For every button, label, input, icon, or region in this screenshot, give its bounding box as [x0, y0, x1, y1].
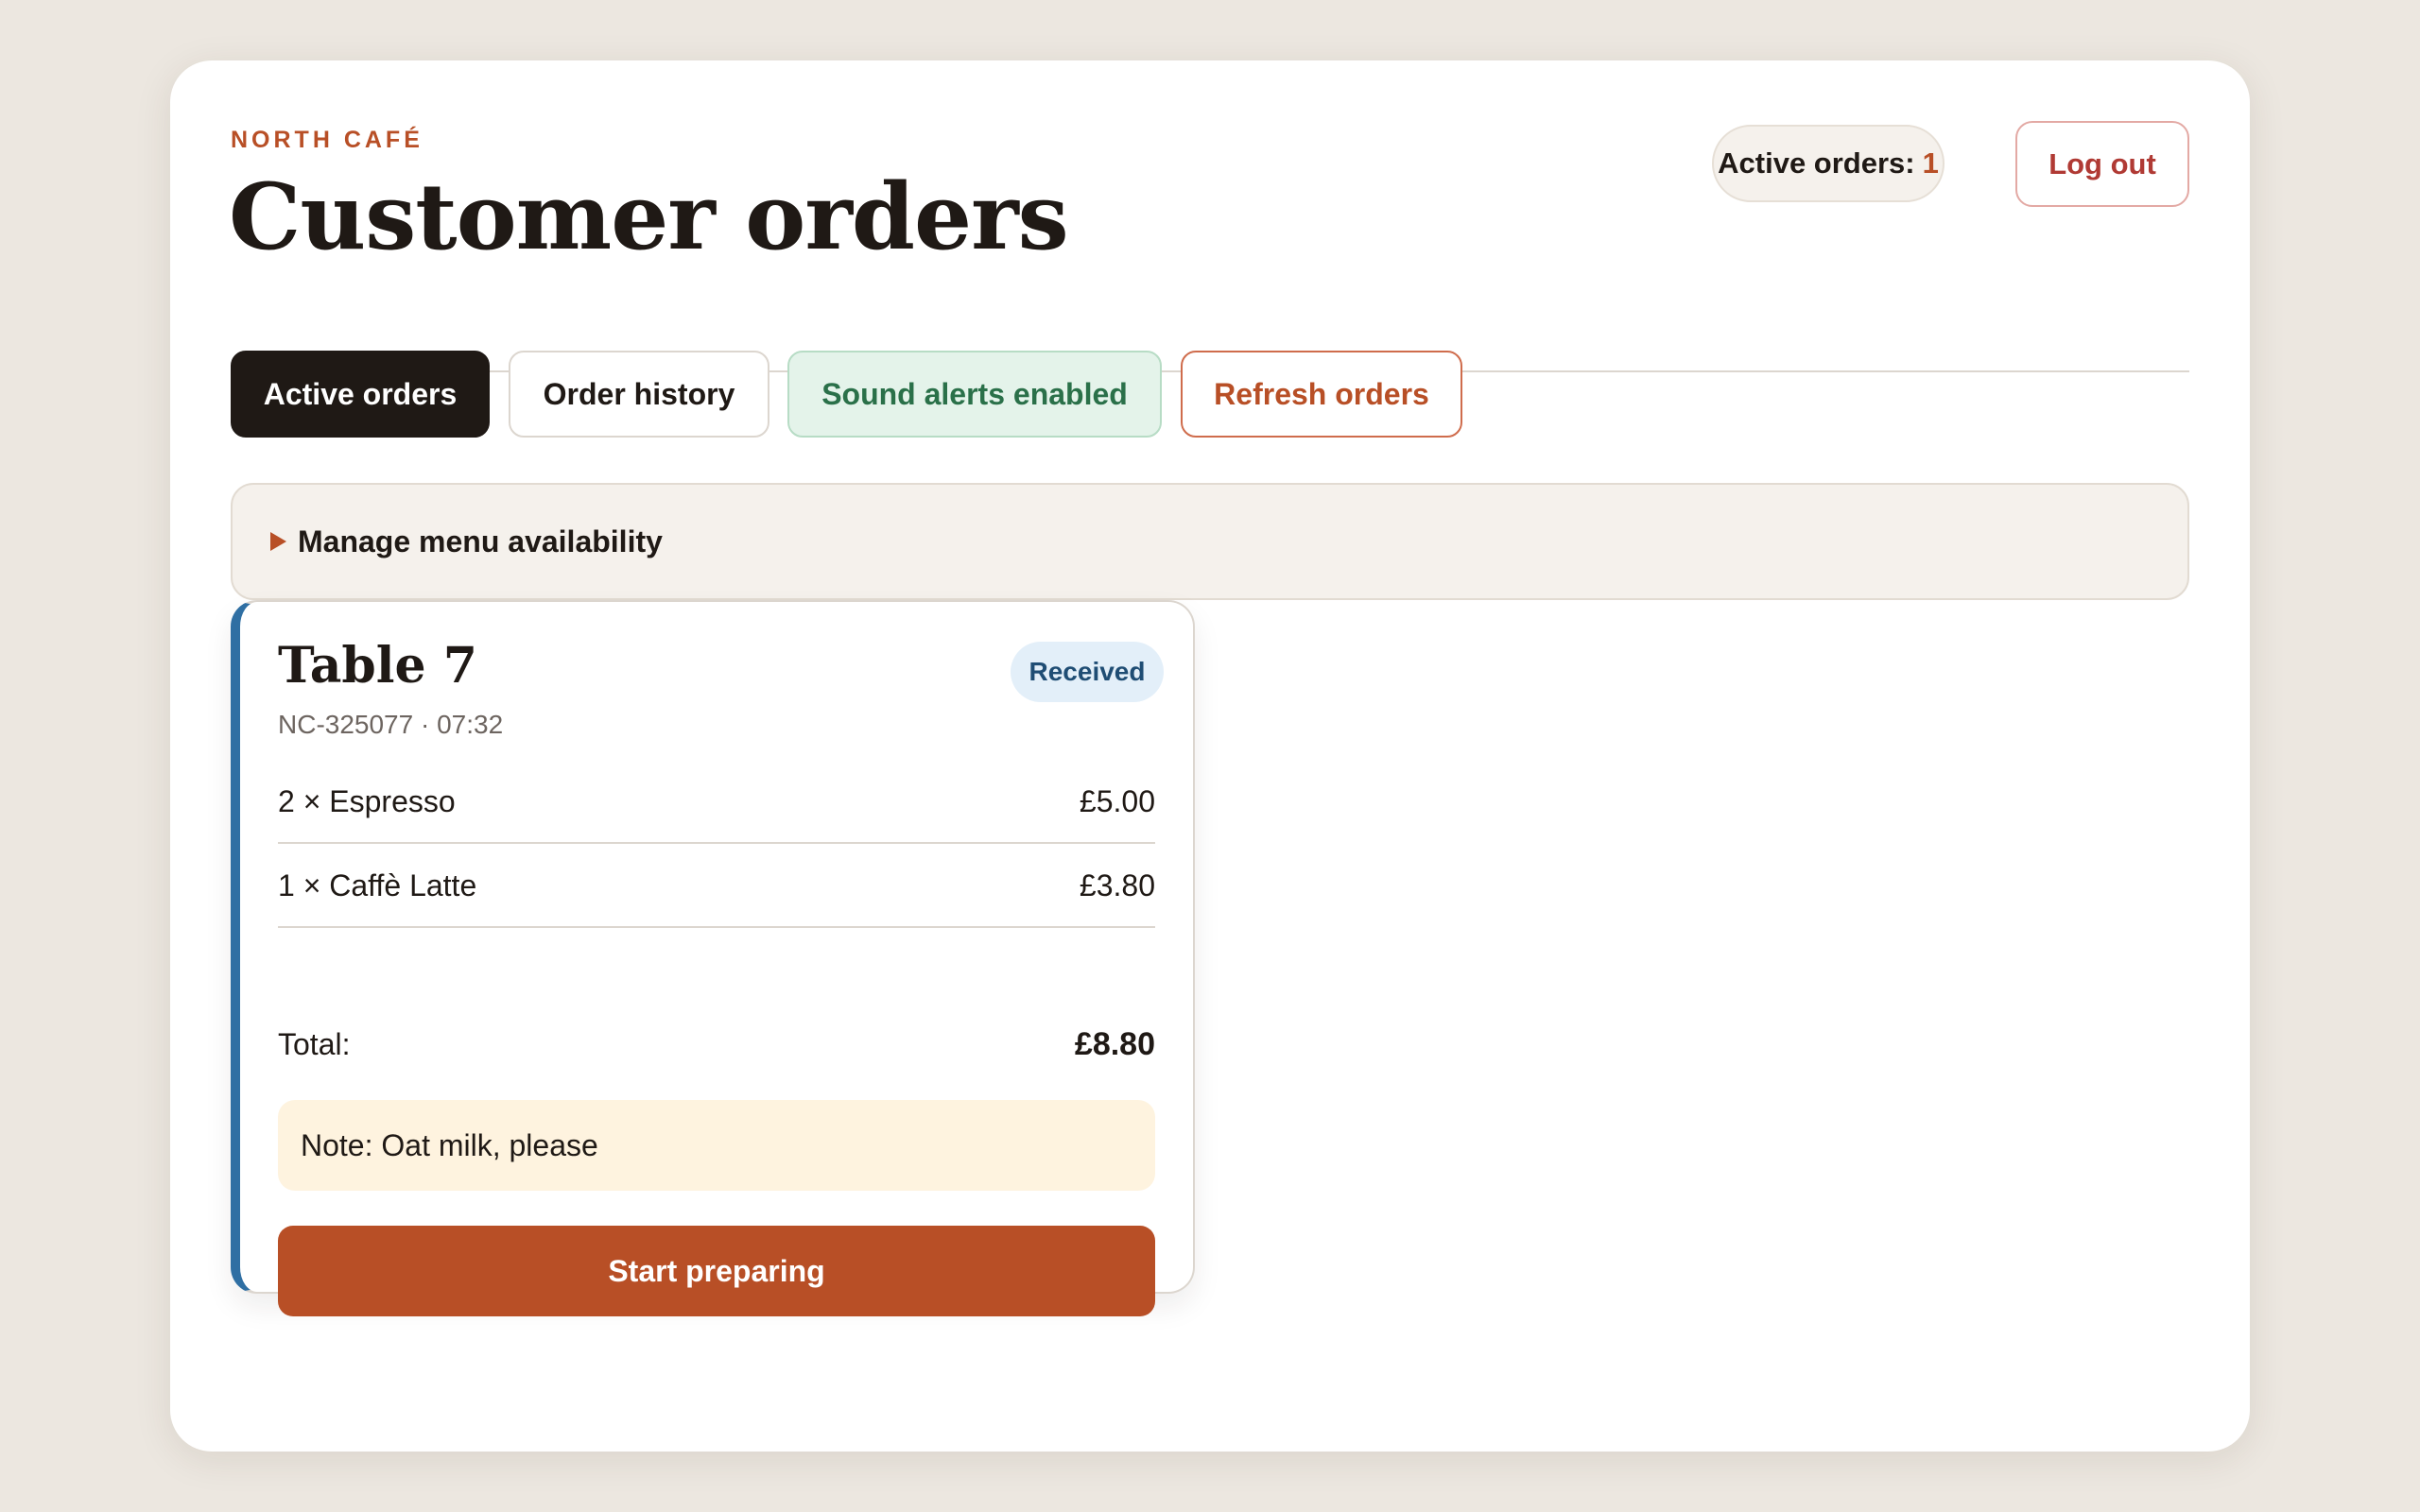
order-card: Table 7 Received NC-325077 · 07:32 2 × E…: [231, 600, 1195, 1316]
order-note: Note: Oat milk, please: [278, 1100, 1155, 1191]
order-total-row: Total: £8.80: [278, 1016, 1155, 1073]
logout-button[interactable]: Log out: [2015, 121, 2189, 207]
tab-order-history[interactable]: Order history: [509, 351, 769, 438]
active-orders-label: Active orders:: [1718, 146, 1915, 180]
order-item-row: 2 × Espresso £5.00: [278, 761, 1155, 844]
manage-menu-availability-toggle[interactable]: Manage menu availability: [231, 483, 2189, 600]
order-total-value: £8.80: [1074, 1025, 1155, 1062]
order-item-price: £5.00: [1079, 783, 1155, 818]
tab-active-orders[interactable]: Active orders: [231, 351, 490, 438]
order-item-row: 1 × Caffè Latte £3.80: [278, 845, 1155, 928]
active-orders-count: 1: [1922, 146, 1939, 180]
active-orders-badge: Active orders: 1: [1712, 125, 1945, 202]
cafe-name: NORTH CAFÉ: [231, 127, 424, 153]
caret-right-icon: [270, 532, 286, 551]
orders-panel: NORTH CAFÉ Customer orders Active orders…: [170, 60, 2250, 1452]
order-item-label: 2 × Espresso: [278, 783, 456, 818]
refresh-orders-button[interactable]: Refresh orders: [1181, 351, 1462, 438]
order-status-badge: Received: [1011, 642, 1164, 702]
order-meta: NC-325077 · 07:32: [278, 710, 504, 739]
page-title: Customer orders: [229, 163, 1069, 270]
order-table-title: Table 7: [278, 637, 477, 695]
order-item-label: 1 × Caffè Latte: [278, 868, 477, 902]
manage-menu-availability-label: Manage menu availability: [298, 524, 663, 558]
start-preparing-button[interactable]: Start preparing: [278, 1226, 1155, 1316]
sound-alerts-toggle[interactable]: Sound alerts enabled: [787, 351, 1162, 438]
order-total-label: Total:: [278, 1026, 351, 1061]
order-item-price: £3.80: [1079, 868, 1155, 902]
